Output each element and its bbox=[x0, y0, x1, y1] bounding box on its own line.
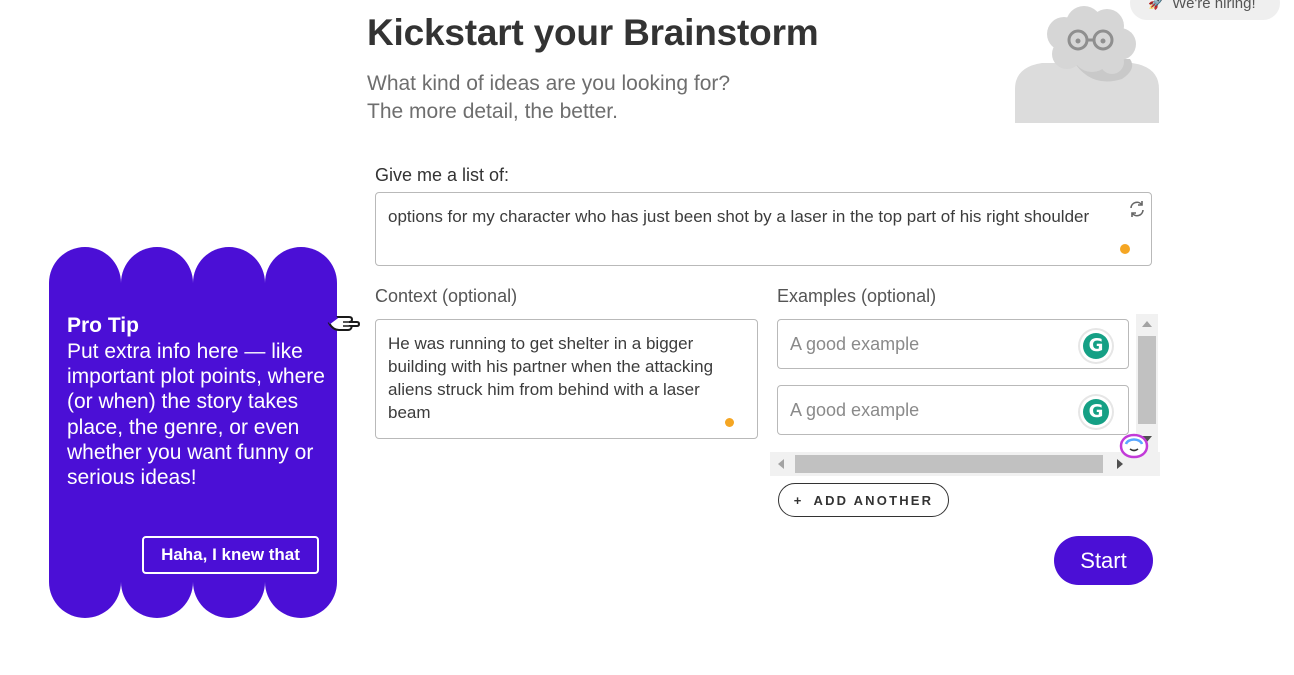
dismiss-tip-button[interactable]: Haha, I knew that bbox=[142, 536, 319, 574]
example-placeholder: A good example bbox=[790, 400, 920, 420]
page-subtitle: What kind of ideas are you looking for? … bbox=[367, 70, 730, 126]
plus-icon: + bbox=[793, 492, 804, 508]
start-button[interactable]: Start bbox=[1054, 536, 1153, 585]
subtitle-line-1: What kind of ideas are you looking for? bbox=[367, 72, 731, 95]
examples-label: Examples (optional) bbox=[777, 286, 937, 306]
hiring-label: We're hiring! bbox=[1172, 0, 1256, 12]
assistant-extension-icon[interactable] bbox=[1118, 432, 1150, 460]
examples-scroll-area[interactable]: A good example G A good example G bbox=[770, 314, 1160, 476]
example-input-2[interactable]: A good example G bbox=[777, 385, 1129, 435]
scroll-thumb[interactable] bbox=[1138, 336, 1156, 424]
pro-tip-popover: Pro Tip Put extra info here — like impor… bbox=[49, 247, 337, 618]
page-title: Kickstart your Brainstorm bbox=[367, 12, 819, 53]
context-textarea[interactable]: He was running to get shelter in a bigge… bbox=[375, 319, 758, 439]
brain-mascot-illustration bbox=[1015, 6, 1159, 123]
status-dot bbox=[1120, 244, 1130, 254]
grammarly-icon[interactable]: G bbox=[1080, 330, 1112, 362]
pro-tip-heading: Pro Tip bbox=[67, 314, 139, 337]
scroll-up-arrow-icon[interactable] bbox=[1142, 321, 1152, 327]
refresh-icon[interactable] bbox=[1127, 199, 1147, 219]
list-label: Give me a list of: bbox=[375, 165, 510, 185]
scroll-thumb[interactable] bbox=[795, 455, 1103, 473]
status-dot bbox=[725, 418, 734, 427]
context-value: He was running to get shelter in a bigge… bbox=[388, 334, 714, 422]
pro-tip-body: Put extra info here — like important plo… bbox=[67, 340, 325, 490]
scroll-left-arrow-icon[interactable] bbox=[778, 459, 784, 469]
example-placeholder: A good example bbox=[790, 334, 920, 354]
list-input[interactable]: options for my character who has just be… bbox=[375, 192, 1152, 266]
add-another-label: ADD ANOTHER bbox=[813, 492, 934, 508]
example-input-1[interactable]: A good example G bbox=[777, 319, 1129, 369]
horizontal-scrollbar[interactable] bbox=[770, 452, 1160, 476]
pointing-hand-icon bbox=[327, 315, 361, 331]
list-input-value: options for my character who has just be… bbox=[388, 207, 1090, 226]
add-another-button[interactable]: + ADD ANOTHER bbox=[778, 483, 949, 517]
subtitle-line-2: The more detail, the better. bbox=[367, 100, 618, 123]
scroll-right-arrow-icon[interactable] bbox=[1117, 459, 1123, 469]
context-label: Context (optional) bbox=[375, 286, 518, 306]
grammarly-icon[interactable]: G bbox=[1080, 396, 1112, 428]
